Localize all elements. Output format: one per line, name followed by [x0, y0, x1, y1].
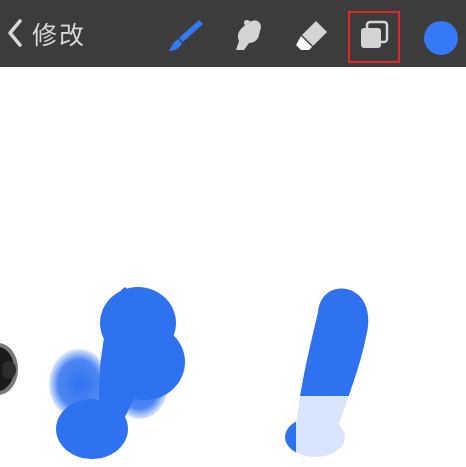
- brush-stroke-left: [49, 287, 185, 459]
- brush-tool-button[interactable]: [164, 13, 208, 57]
- eraser-tool-button[interactable]: [290, 13, 334, 57]
- watermark-overlay: [296, 396, 466, 458]
- layers-icon: [358, 19, 390, 55]
- top-toolbar: 修改: [0, 0, 466, 67]
- eraser-icon: [292, 15, 332, 55]
- smudge-icon: [228, 15, 268, 55]
- brush-icon: [166, 15, 206, 55]
- layers-button[interactable]: [348, 11, 400, 63]
- back-button[interactable]: 修改: [6, 18, 86, 52]
- smudge-tool-button[interactable]: [226, 13, 270, 57]
- color-swatch[interactable]: [424, 21, 458, 55]
- chevron-left-icon: [6, 18, 24, 52]
- slider-handle-knob: [2, 361, 16, 379]
- back-label: 修改: [32, 20, 87, 50]
